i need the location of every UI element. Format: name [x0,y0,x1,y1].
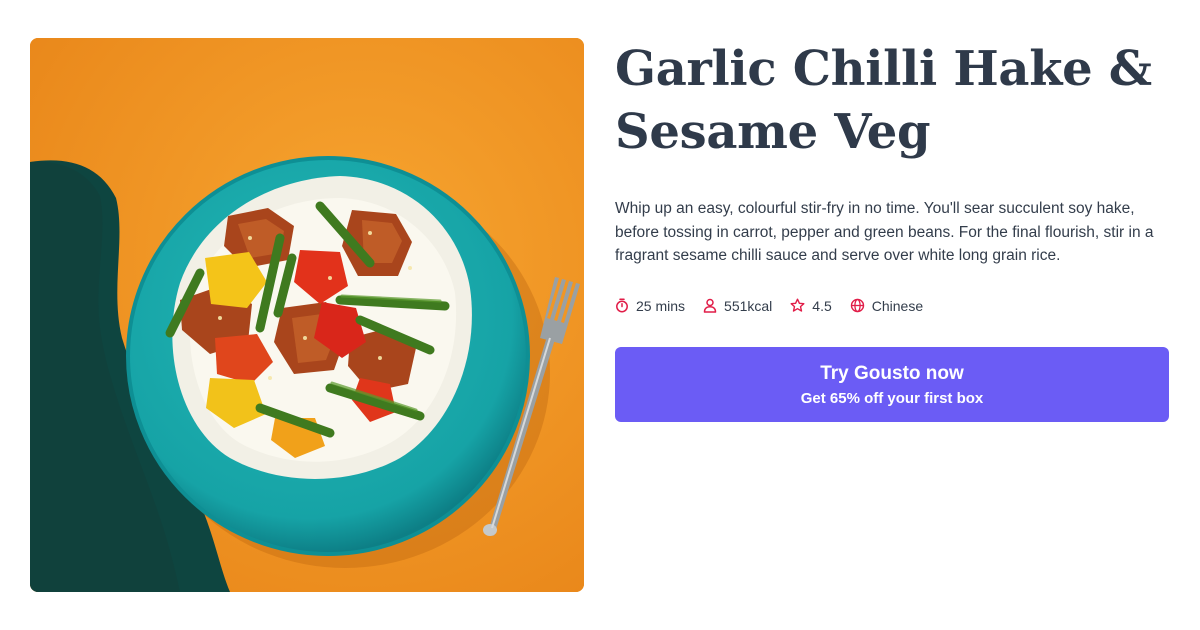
recipe-details: Garlic Chilli Hake & Sesame Veg Whip up … [615,38,1175,316]
person-icon [703,298,717,313]
meta-cuisine: Chinese [850,298,923,314]
meta-calories: 551kcal [703,298,772,314]
cta-label: Try Gousto now [820,363,964,384]
meta-rating: 4.5 [790,297,832,314]
meta-rating-label: 4.5 [812,297,832,314]
cta-sublabel: Get 65% off your first box [800,390,984,407]
recipe-card: Garlic Chilli Hake & Sesame Veg Whip up … [0,0,1200,630]
meta-time-label: 25 mins [636,297,686,314]
recipe-photo [30,38,584,592]
stopwatch-icon [616,298,628,313]
star-icon [790,298,805,312]
meta-cuisine-label: Chinese [871,297,924,314]
recipe-meta: 25 mins 551kcal 4.5 Chinese [615,296,1175,316]
recipe-title-line-1: Garlic Chilli Hake & [615,41,1152,97]
meta-time: 25 mins [615,298,685,314]
recipe-title: Garlic Chilli Hake & Sesame Veg [615,38,1175,164]
globe-icon [850,298,864,313]
meta-calories-label: 551kcal [724,297,773,314]
recipe-title-line-2: Sesame Veg [615,104,931,160]
recipe-description: Whip up an easy, colourful stir-fry in n… [615,200,1154,264]
try-gousto-button[interactable]: Try Gousto now Get 65% off your first bo… [615,347,1169,422]
